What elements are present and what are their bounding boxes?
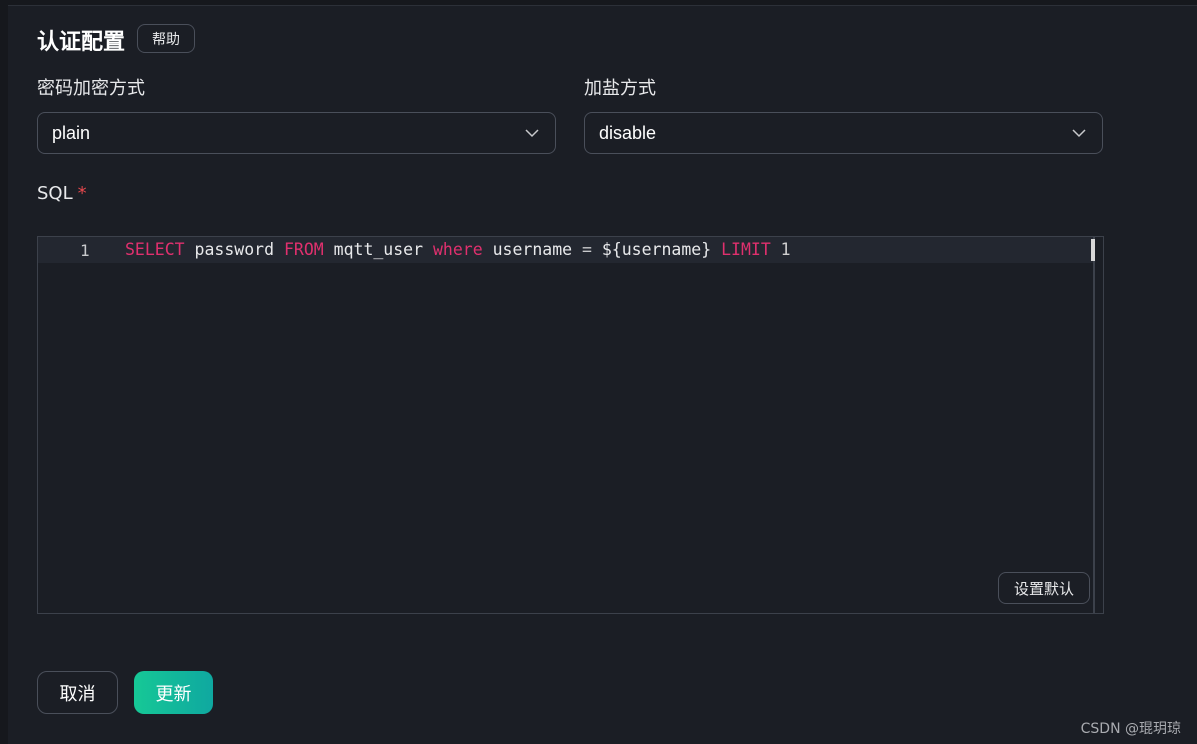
salt-select[interactable]: disable: [584, 112, 1103, 154]
chevron-down-icon: [1072, 129, 1086, 138]
sql-label: SQL *: [37, 183, 87, 204]
line-number: 1: [80, 241, 90, 260]
chevron-down-icon: [525, 129, 539, 138]
sql-editor[interactable]: 1 SELECT password FROM mqtt_user where u…: [37, 236, 1104, 614]
salt-value: disable: [599, 122, 657, 143]
sql-token: mqtt_user: [323, 240, 433, 259]
sql-code-line[interactable]: SELECT password FROM mqtt_user where use…: [125, 240, 791, 259]
set-default-button[interactable]: 设置默认: [998, 572, 1090, 604]
left-border: [0, 0, 8, 744]
salt-label: 加盐方式: [584, 78, 656, 99]
editor-scrollbar[interactable]: [1093, 237, 1095, 613]
sql-number: 1: [770, 240, 791, 259]
cancel-button[interactable]: 取消: [37, 671, 118, 714]
sql-token: ${username}: [591, 240, 722, 259]
required-mark: *: [77, 183, 87, 204]
password-hash-select[interactable]: plain: [37, 112, 556, 154]
password-hash-label: 密码加密方式: [37, 78, 145, 99]
editor-scroll-thumb[interactable]: [1091, 239, 1095, 261]
help-button[interactable]: 帮助: [137, 24, 195, 53]
update-button[interactable]: 更新: [134, 671, 213, 714]
watermark: CSDN @琨玥琼: [1080, 721, 1181, 737]
sql-label-text: SQL: [37, 183, 73, 204]
sql-keyword-where: where: [432, 240, 483, 259]
sql-keyword-select: SELECT: [125, 240, 185, 259]
sql-token: username: [482, 240, 582, 259]
sql-operator: =: [582, 240, 592, 259]
sql-keyword-from: FROM: [283, 240, 324, 259]
sql-keyword-limit: LIMIT: [721, 240, 771, 259]
top-border: [0, 0, 1197, 6]
page-title: 认证配置: [37, 30, 126, 55]
sql-token: password: [184, 240, 284, 259]
password-hash-value: plain: [52, 122, 91, 143]
